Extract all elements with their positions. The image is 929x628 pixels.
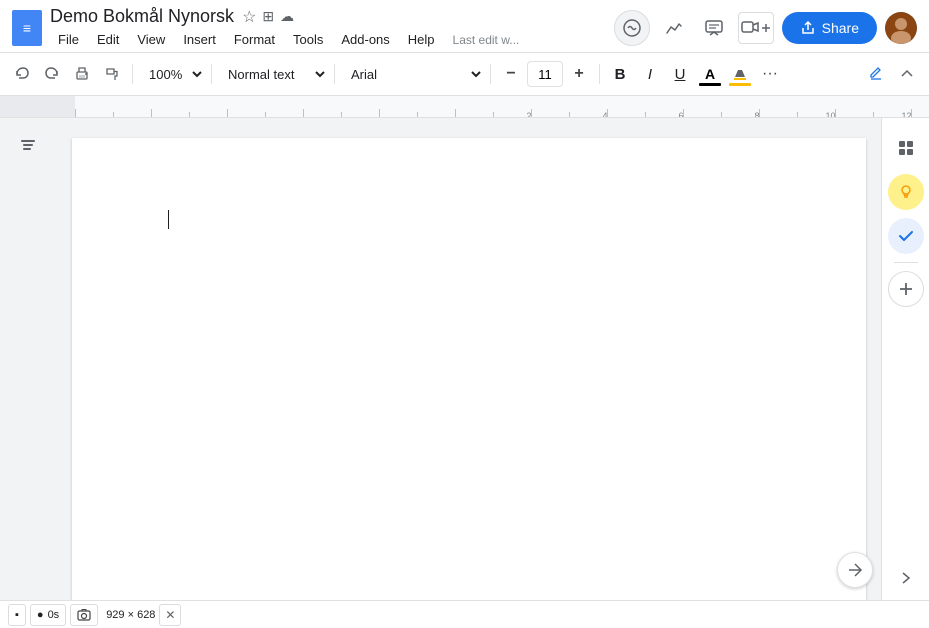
menu-tools[interactable]: Tools (285, 29, 331, 50)
cloud-icon[interactable]: ☁ (280, 8, 294, 25)
text-color-bar (699, 83, 721, 86)
font-size-input[interactable] (527, 61, 563, 87)
bottom-bar: ▪ ● 0s 929 × 628 ✕ (0, 600, 929, 628)
expand-page-button[interactable] (837, 552, 873, 588)
doc-title-text: Demo Bokmål Nynorsk (50, 6, 234, 27)
divider-2 (211, 64, 212, 84)
menu-format[interactable]: Format (226, 29, 283, 50)
menu-bar: File Edit View Insert Format Tools Add-o… (50, 29, 606, 50)
right-panel (881, 118, 929, 600)
text-color-button[interactable]: A (696, 60, 724, 88)
explore-panel-button[interactable] (888, 130, 924, 166)
menu-help[interactable]: Help (400, 29, 443, 50)
notes-panel-button[interactable] (888, 174, 924, 210)
share-label: Share (822, 20, 859, 36)
last-edit-text[interactable]: Last edit w... (453, 33, 520, 47)
divider-1 (132, 64, 133, 84)
divider-5 (599, 64, 600, 84)
timer-button[interactable]: ● 0s (30, 604, 66, 626)
font-size-increase-button[interactable]: + (565, 60, 593, 88)
title-section: Demo Bokmål Nynorsk ☆ ⊞ ☁ File Edit View… (50, 6, 606, 50)
page-indicator-button[interactable]: ▪ (8, 604, 26, 626)
share-button[interactable]: Share (782, 12, 877, 44)
highlight-color-button[interactable] (726, 60, 754, 88)
menu-insert[interactable]: Insert (175, 29, 224, 50)
expand-right-panel-button[interactable] (892, 564, 920, 592)
title-bar: Demo Bokmål Nynorsk ☆ ⊞ ☁ File Edit View… (0, 0, 929, 52)
star-icon[interactable]: ☆ (242, 7, 256, 27)
text-cursor (168, 210, 169, 229)
doc-title: Demo Bokmål Nynorsk ☆ ⊞ ☁ (50, 6, 606, 27)
bold-button[interactable]: B (606, 60, 634, 88)
zoom-select[interactable]: 100%75%125%150% (139, 60, 205, 88)
print-button[interactable] (68, 60, 96, 88)
undo-button[interactable] (8, 60, 36, 88)
bottom-close-button[interactable]: ✕ (159, 604, 181, 626)
toolbar: 100%75%125%150% Normal textHeading 1Head… (0, 52, 929, 96)
paintformat-button[interactable] (98, 60, 126, 88)
right-panel-divider (894, 262, 918, 263)
underline-button[interactable]: U (666, 60, 694, 88)
menu-view[interactable]: View (129, 29, 173, 50)
main-area (0, 118, 929, 600)
font-size-decrease-button[interactable]: − (497, 60, 525, 88)
left-sidebar (0, 118, 56, 600)
more-formatting-button[interactable]: ··· (756, 60, 784, 88)
highlight-color-bar (729, 83, 751, 86)
paragraph-style-select[interactable]: Normal textHeading 1Heading 2 (218, 60, 328, 88)
timer-icon: ● (37, 609, 44, 621)
title-icons: ☆ ⊞ ☁ (242, 7, 294, 27)
outline-button[interactable] (12, 130, 44, 162)
screenshot-button[interactable] (70, 604, 98, 626)
menu-addons[interactable]: Add-ons (333, 29, 397, 50)
meeting-button[interactable] (738, 12, 774, 44)
redo-button[interactable] (38, 60, 66, 88)
header-right: Share (614, 10, 917, 46)
italic-button[interactable]: I (636, 60, 664, 88)
tasks-panel-button[interactable] (888, 218, 924, 254)
live-collab-icon[interactable] (614, 10, 650, 46)
timer-value: 0s (48, 609, 60, 621)
user-avatar[interactable] (885, 12, 917, 44)
doc-app-icon (12, 10, 42, 46)
font-family-select[interactable]: ArialTimes New RomanCourier New (341, 60, 484, 88)
add-panel-button[interactable] (888, 271, 924, 307)
divider-4 (490, 64, 491, 84)
folder-icon[interactable]: ⊞ (262, 8, 274, 25)
document-page[interactable] (72, 138, 866, 600)
ruler-content[interactable]: 24681012141618 (75, 96, 929, 117)
editing-mode-button[interactable] (861, 63, 891, 85)
ruler: 24681012141618 (0, 96, 929, 118)
document-area[interactable] (56, 118, 881, 600)
analytics-icon[interactable] (658, 12, 690, 44)
menu-edit[interactable]: Edit (89, 29, 127, 50)
comments-icon[interactable] (698, 12, 730, 44)
ruler-left-margin (0, 96, 75, 117)
font-size-controls: − + (497, 60, 593, 88)
menu-file[interactable]: File (50, 29, 87, 50)
dimensions-text: 929 × 628 (106, 609, 155, 621)
page-square-icon: ▪ (15, 609, 19, 621)
divider-3 (334, 64, 335, 84)
collapse-toolbar-button[interactable] (893, 60, 921, 88)
